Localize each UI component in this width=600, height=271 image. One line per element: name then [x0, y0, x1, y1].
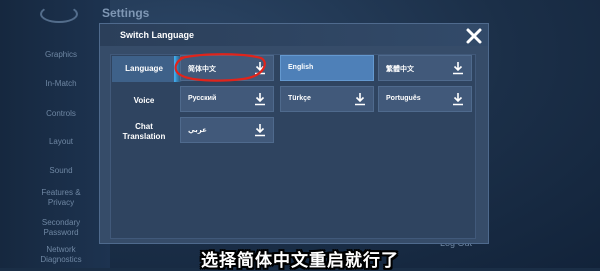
- language-option-english[interactable]: English: [280, 55, 374, 81]
- dialog-title: Switch Language: [120, 30, 195, 40]
- download-icon[interactable]: [452, 61, 464, 75]
- download-icon[interactable]: [354, 92, 366, 106]
- language-option-russian[interactable]: Русский: [180, 86, 274, 112]
- video-subtitle: 选择简体中文重启就行了: [201, 251, 399, 270]
- download-icon[interactable]: [254, 61, 266, 75]
- language-option-simplified-chinese[interactable]: 简体中文: [180, 55, 274, 81]
- language-label: Русский: [188, 95, 217, 102]
- tab-chat-translation[interactable]: Chat Translation: [112, 122, 176, 142]
- language-label: 简体中文: [188, 66, 216, 73]
- language-label: Português: [386, 95, 421, 102]
- language-label: 繁體中文: [386, 66, 414, 73]
- language-label: English: [288, 64, 314, 71]
- dialog-header: Switch Language: [100, 24, 488, 46]
- close-icon[interactable]: [464, 26, 484, 46]
- download-icon[interactable]: [254, 123, 266, 137]
- download-icon[interactable]: [452, 92, 464, 106]
- language-option-arabic[interactable]: عربي: [180, 117, 274, 143]
- tab-language[interactable]: Language: [112, 56, 182, 82]
- back-logo-icon: [40, 5, 78, 23]
- language-option-traditional-chinese[interactable]: 繁體中文: [378, 55, 472, 81]
- settings-title: Settings: [102, 6, 150, 20]
- language-label: Türkçe: [288, 95, 311, 102]
- language-label: عربي: [188, 127, 207, 134]
- language-option-portuguese[interactable]: Português: [378, 86, 472, 112]
- tab-voice[interactable]: Voice: [112, 96, 176, 106]
- language-option-turkish[interactable]: Türkçe: [280, 86, 374, 112]
- download-icon[interactable]: [254, 92, 266, 106]
